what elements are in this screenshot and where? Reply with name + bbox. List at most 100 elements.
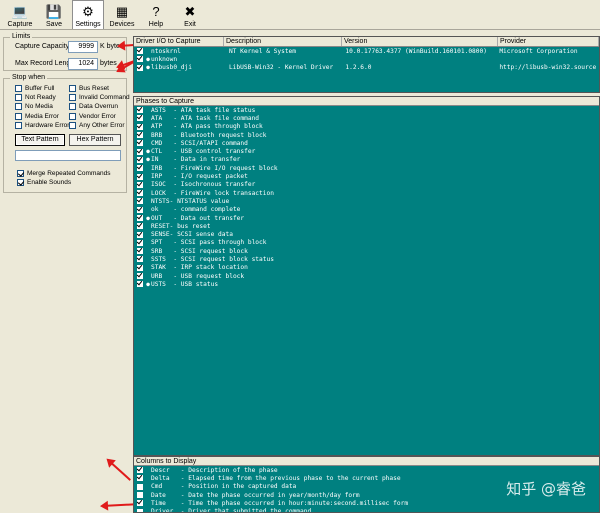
column-header-1[interactable]: Description [224,37,342,46]
stop-any-other-error-checkbox[interactable]: Any Other Error [69,121,125,130]
stop-vendor-error-checkbox[interactable]: Vendor Error [69,112,116,121]
phase-row[interactable]: IRB - FireWire I/O request block [134,164,599,172]
max-record-length-input[interactable]: 1024 [68,58,98,70]
text-pattern-button[interactable]: Text Pattern [15,134,65,146]
column-header-2[interactable]: Version [342,37,498,46]
sounds-checkbox-box[interactable] [17,179,24,186]
stop-bus-reset-checkbox[interactable]: Bus Reset [69,84,109,93]
pattern-input[interactable] [15,150,121,161]
help-button[interactable]: ? Help [140,0,172,29]
driver-row-0[interactable]: ntoskrnl NT Kernel & System 10.0.17763.437… [134,47,599,55]
phase-row-checkbox[interactable] [137,256,143,263]
phase-row[interactable]: ● USTS - USB status [134,280,599,288]
phase-row[interactable]: SPT - SCSI pass through block [134,239,599,247]
phase-row[interactable]: CMD - SCSI/ATAPI command [134,139,599,147]
phase-row-checkbox[interactable] [137,248,143,255]
stop-data-overrun-checkbox[interactable]: Data Overrun [69,102,118,111]
phase-row[interactable]: LOCK - FireWire lock transaction [134,189,599,197]
driver-row-0-checkbox[interactable] [137,48,143,55]
stop-invalid-command-checkbox-box[interactable] [69,94,76,102]
stop-no-media-checkbox[interactable]: No Media [15,102,53,111]
column-option-row-checkbox[interactable] [137,492,143,499]
phase-row-checkbox[interactable] [137,206,143,213]
phase-row-checkbox[interactable] [137,198,143,205]
column-option-row[interactable]: Descr - Description of the phase [134,466,599,474]
column-option-row-checkbox[interactable] [137,467,143,474]
settings-button[interactable]: ⚙ Settings [72,0,104,29]
phase-row-checkbox[interactable] [137,148,143,155]
phase-row[interactable]: ATP - ATA pass through block [134,123,599,131]
column-option-row[interactable]: Time - Time the phase occurred in hour:m… [134,499,599,507]
phase-row-checkbox[interactable] [137,165,143,172]
stop-hardware-error-checkbox-box[interactable] [15,121,22,129]
phase-row-checkbox[interactable] [137,239,143,246]
stop-not-ready-checkbox[interactable]: Not Ready [15,93,56,102]
phase-row[interactable]: ISOC - Isochronous transfer [134,181,599,189]
stop-any-other-error-checkbox-box[interactable] [69,121,76,129]
merge-repeated-checkbox[interactable]: Merge Repeated Commands [17,169,110,178]
phase-row-checkbox[interactable] [137,264,143,271]
merge-checkbox-box[interactable] [17,170,24,177]
stop-media-error-checkbox-label: Media Error [25,112,59,120]
stop-bus-reset-checkbox-box[interactable] [69,85,76,92]
phase-row-checkbox[interactable] [137,273,143,280]
stop-hardware-error-checkbox[interactable]: Hardware Error [15,121,69,130]
phase-row[interactable]: URB - USB request block [134,272,599,280]
phase-row-checkbox[interactable] [137,173,143,180]
stop-buffer-full-checkbox-box[interactable] [15,85,22,92]
phase-row-checkbox[interactable] [137,223,143,230]
phase-row[interactable]: SENSE- SCSI sense data [134,230,599,238]
phase-row-checkbox[interactable] [137,123,143,130]
phase-row-checkbox[interactable] [137,140,143,147]
phase-row-checkbox[interactable] [137,132,143,139]
driver-row-2-checkbox[interactable] [137,64,143,71]
hex-pattern-button[interactable]: Hex Pattern [69,134,121,146]
stop-vendor-error-checkbox-box[interactable] [69,112,76,120]
stop-buffer-full-checkbox[interactable]: Buffer Full [15,84,55,93]
save-button[interactable]: 💾 Save [38,0,70,29]
phase-row[interactable]: STAK - IRP stack location [134,264,599,272]
phase-row-checkbox[interactable] [137,107,143,114]
phase-row-checkbox[interactable] [137,190,143,197]
phase-row-checkbox[interactable] [137,231,143,238]
devices-button[interactable]: ▦ Devices [106,0,138,29]
phase-row-checkbox[interactable] [137,281,143,288]
stop-media-error-checkbox[interactable]: Media Error [15,112,59,121]
phase-row[interactable]: ● OUT - Data out transfer [134,214,599,222]
phase-row[interactable]: ATA - ATA task file command [134,114,599,122]
phase-row[interactable]: ASTS - ATA task file status [134,106,599,114]
column-header-0[interactable]: Driver I/O to Capture [134,37,224,46]
column-option-row-checkbox[interactable] [137,508,143,512]
phase-row[interactable]: ● IN - Data in transfer [134,156,599,164]
column-option-row-checkbox[interactable] [137,500,143,507]
column-header-3[interactable]: Provider [498,37,599,46]
capture-capacity-input[interactable]: 9999 [68,41,98,53]
column-option-row-checkbox[interactable] [137,483,143,490]
stop-data-overrun-checkbox-box[interactable] [69,103,76,111]
phase-row[interactable]: ok - command complete [134,206,599,214]
phase-row[interactable]: ● CTL - USB control transfer [134,147,599,155]
column-option-row[interactable]: Driver - Driver that submitted the comma… [134,507,599,512]
enable-sounds-checkbox[interactable]: Enable Sounds [17,178,71,187]
phase-row-checkbox[interactable] [137,181,143,188]
stop-invalid-command-checkbox[interactable]: Invalid Command [69,93,130,102]
stop-no-media-checkbox-box[interactable] [15,103,22,111]
phase-row[interactable]: RESET- bus reset [134,222,599,230]
phase-row[interactable]: SSTS - SCSI request block status [134,255,599,263]
phase-row[interactable]: SRB - SCSI request block [134,247,599,255]
phase-row[interactable]: NTSTS- NTSTATUS value [134,197,599,205]
stop-media-error-checkbox-box[interactable] [15,112,22,120]
phase-row[interactable]: IRP - I/O request packet [134,172,599,180]
driver-row-2[interactable]: ● libusb0_dji LibUSB-Win32 - Kernel Driver… [134,64,599,72]
phase-row-checkbox[interactable] [137,156,143,163]
phase-row-checkbox[interactable] [137,115,143,122]
driver-row-1-checkbox[interactable] [137,56,143,63]
stop-not-ready-checkbox-box[interactable] [15,94,22,102]
capture-button[interactable]: 💻 Capture [4,0,36,29]
phase-row-checkbox[interactable] [137,215,143,221]
column-option-row-checkbox[interactable] [137,475,143,482]
phase-row-text: SENSE- SCSI sense data [151,231,233,239]
exit-button[interactable]: ✖ Exit [174,0,206,29]
driver-row-1[interactable]: ● unknown [134,55,599,63]
phase-row[interactable]: BRB - Bluetooth request block [134,131,599,139]
